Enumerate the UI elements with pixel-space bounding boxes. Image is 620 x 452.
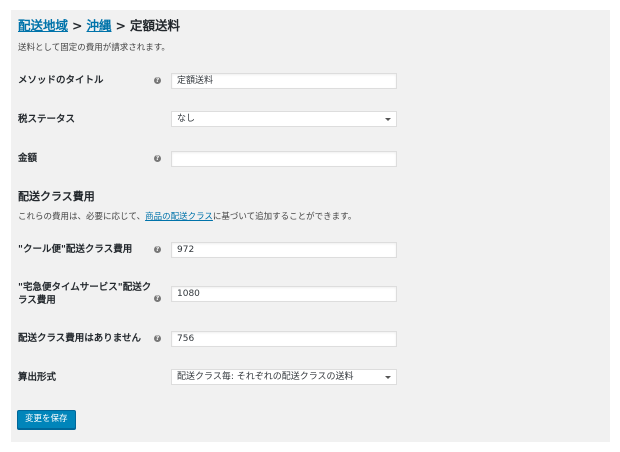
calculation-type-label: 算出形式	[18, 372, 57, 383]
method-description: 送料として固定の費用が請求されます。	[18, 43, 170, 53]
calculation-type-select[interactable]: 配送クラス毎: それぞれの配送クラスの送料	[171, 369, 397, 385]
chevron-down-icon	[385, 376, 391, 379]
takkyubin-class-cost-label: "宅急便タイムサービス"配送ク ラス費用	[18, 281, 151, 307]
breadcrumb-separator: >	[72, 18, 83, 33]
takkyubin-label-line2: ラス費用	[18, 295, 56, 306]
breadcrumb: 配送地域 > 沖縄 > 定額送料	[18, 15, 180, 34]
section-desc-after: に基づいて追加することができます。	[212, 212, 357, 222]
cost-label: 金額	[18, 153, 38, 164]
help-icon[interactable]: ?	[154, 295, 161, 302]
cool-class-cost-label: "クール便"配送クラス費用	[18, 244, 133, 255]
breadcrumb-shipping-zones-link[interactable]: 配送地域	[18, 18, 68, 33]
shipping-class-costs-description: これらの費用は、必要に応じて、商品の配送クラスに基づいて追加することができます。	[18, 210, 356, 222]
help-icon[interactable]: ?	[154, 155, 161, 162]
takkyubin-label-line1: "宅急便タイムサービス"配送ク	[18, 282, 152, 293]
tax-status-value: なし	[177, 114, 196, 124]
shipping-method-settings-panel: 配送地域 > 沖縄 > 定額送料 送料として固定の費用が請求されます。 メソッドのタイト…	[11, 10, 610, 442]
takkyubin-class-cost-input[interactable]: 1080	[171, 286, 397, 302]
calculation-type-value: 配送クラス毎: それぞれの配送クラスの送料	[177, 372, 354, 382]
help-icon[interactable]: ?	[154, 246, 161, 253]
chevron-down-icon	[385, 118, 391, 121]
cost-input[interactable]	[171, 151, 397, 167]
help-icon[interactable]: ?	[154, 335, 161, 342]
shipping-class-costs-title: 配送クラス費用	[18, 190, 95, 203]
breadcrumb-separator: >	[115, 18, 126, 33]
method-title-label: メソッドのタイトル	[18, 75, 104, 86]
tax-status-select[interactable]: なし	[171, 111, 397, 127]
tax-status-label: 税ステータス	[18, 114, 76, 125]
method-title-input[interactable]: 定額送料	[171, 73, 397, 89]
cool-class-cost-input[interactable]: 972	[171, 242, 397, 258]
product-shipping-class-link[interactable]: 商品の配送クラス	[145, 212, 213, 222]
no-class-cost-input[interactable]: 756	[171, 331, 397, 347]
help-icon[interactable]: ?	[154, 77, 161, 84]
breadcrumb-okinawa-link[interactable]: 沖縄	[87, 18, 112, 33]
breadcrumb-current: 定額送料	[130, 18, 181, 33]
save-changes-button[interactable]: 変更を保存	[17, 410, 76, 429]
section-desc-before: これらの費用は、必要に応じて、	[18, 212, 146, 222]
no-class-cost-label: 配送クラス費用はありません	[18, 333, 142, 344]
